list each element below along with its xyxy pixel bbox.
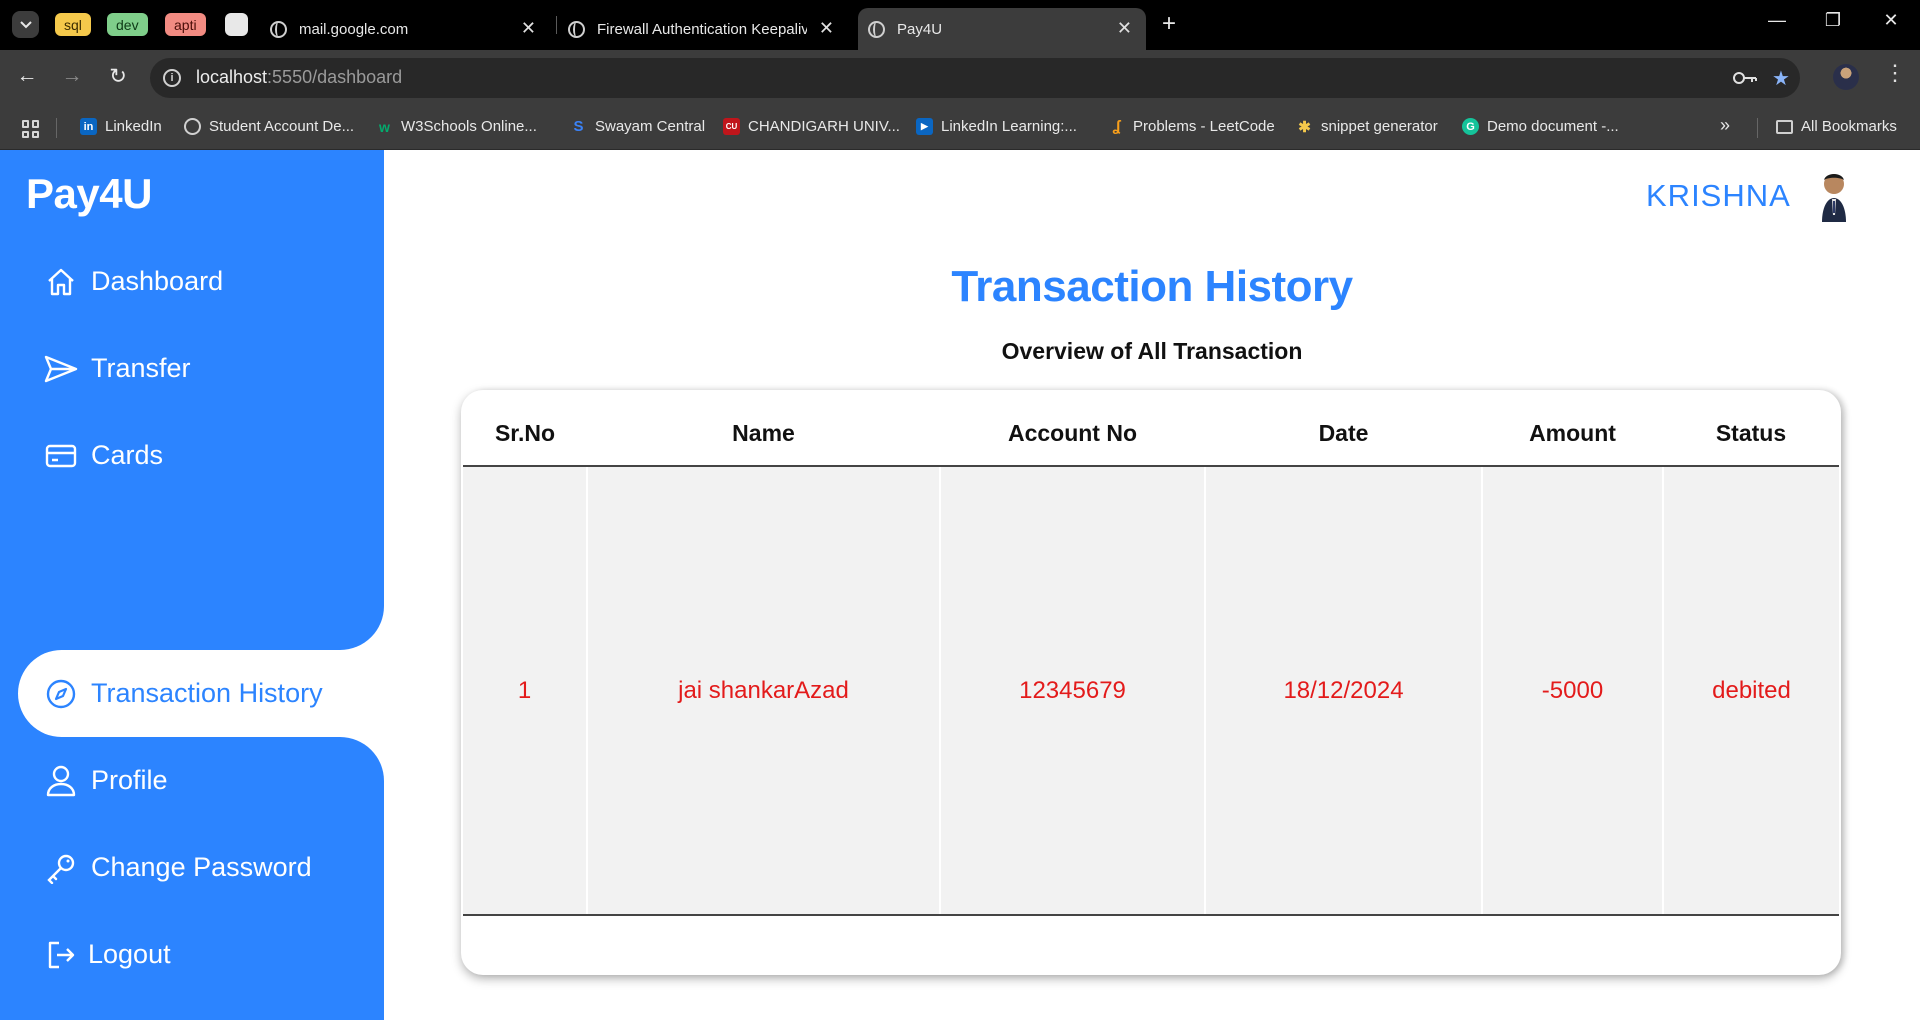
password-key-icon[interactable] [1732, 70, 1758, 86]
tab-title: Pay4U [897, 20, 943, 38]
column-header-date: Date [1205, 390, 1482, 467]
transaction-table-card: Sr.No Name Account No Date Amount Status… [461, 390, 1841, 975]
chevron-down-icon [19, 20, 32, 28]
bookmark-w3schools[interactable]: w W3Schools Online... [376, 118, 537, 135]
tab-title: Firewall Authentication Keepaliv [597, 20, 807, 38]
sidebar-item-transaction-history[interactable]: Transaction History [18, 650, 384, 737]
divider [56, 118, 57, 138]
tab-firewall[interactable]: Firewall Authentication Keepaliv ✕ [568, 8, 848, 50]
forward-button[interactable]: → [57, 64, 87, 88]
home-icon [44, 265, 78, 299]
bookmarks-bar: in LinkedIn Student Account De... w W3Scho… [0, 106, 1920, 150]
cell-date: 18/12/2024 [1205, 466, 1483, 916]
page-title: Transaction History [951, 262, 1353, 311]
column-header-status: Status [1663, 390, 1839, 467]
bookmark-leetcode[interactable]: ʆ Problems - LeetCode [1108, 118, 1274, 135]
swayam-icon: S [573, 118, 584, 135]
close-window-button[interactable]: ✕ [1876, 10, 1906, 31]
cell-sr-no: 1 [463, 466, 588, 916]
column-header-name: Name [587, 390, 940, 467]
tab-search-button[interactable] [12, 11, 39, 38]
brand-logo: Pay4U [26, 170, 152, 217]
globe-icon [270, 20, 287, 38]
sidebar-item-transfer[interactable]: Transfer [0, 325, 384, 412]
close-icon[interactable]: ✕ [1117, 18, 1132, 39]
close-icon[interactable]: ✕ [521, 18, 536, 39]
w3schools-icon: w [379, 118, 390, 135]
page-subtitle: Overview of All Transaction [1001, 338, 1303, 364]
folder-icon [1776, 119, 1793, 134]
tab-group-apti[interactable]: apti [165, 13, 206, 36]
cell-amount: -5000 [1482, 466, 1664, 916]
more-bookmarks-chevron-icon[interactable]: » [1720, 115, 1730, 136]
bookmark-linkedin[interactable]: in LinkedIn [80, 118, 162, 135]
tab-gmail[interactable]: mail.google.com ✕ [270, 8, 550, 50]
table-header-row: Sr.No Name Account No Date Amount Status [463, 390, 1839, 467]
sidebar-item-cards[interactable]: Cards [0, 412, 384, 499]
bookmark-chandigarh[interactable]: CU CHANDIGARH UNIV... [723, 118, 900, 135]
restore-button[interactable]: ❐ [1818, 10, 1848, 31]
column-header-sr-no: Sr.No [463, 390, 587, 467]
sidebar-item-logout[interactable]: Logout [0, 911, 384, 998]
sidebar-item-profile[interactable]: Profile [0, 737, 384, 824]
key-icon [44, 851, 78, 885]
bookmark-demo-document[interactable]: G Demo document -... [1462, 118, 1619, 135]
column-header-amount: Amount [1482, 390, 1663, 467]
star-icon[interactable]: ★ [1772, 66, 1790, 91]
transaction-table: Sr.No Name Account No Date Amount Status… [463, 390, 1839, 916]
bookmark-swayam[interactable]: S Swayam Central [570, 118, 705, 135]
sidebar-item-dashboard[interactable]: Dashboard [0, 238, 384, 325]
more-menu-icon[interactable]: ⋮ [1884, 60, 1906, 86]
globe-icon [568, 20, 585, 38]
tab-group-sql[interactable]: sql [55, 13, 91, 36]
linkedin-icon: in [80, 118, 97, 135]
address-bar[interactable]: i localhost:5550/dashboard ★ [150, 58, 1800, 98]
minimize-button[interactable]: — [1762, 10, 1792, 31]
compass-icon [44, 677, 78, 711]
app-page: Pay4U Dashboard Transfer Cards Transacti… [0, 150, 1920, 1020]
user-name[interactable]: KRISHNA [1646, 178, 1791, 214]
tab-title: mail.google.com [299, 20, 409, 38]
cu-icon: CU [723, 118, 740, 135]
globe-icon [184, 118, 201, 135]
cell-account-no: 12345679 [940, 466, 1206, 916]
leetcode-icon: ʆ [1112, 118, 1121, 135]
bookmark-student-account[interactable]: Student Account De... [184, 118, 354, 135]
globe-icon [868, 20, 885, 38]
reload-button[interactable]: ↻ [103, 64, 133, 89]
sidebar-item-change-password[interactable]: Change Password [0, 824, 384, 911]
snippet-icon: ✱ [1298, 118, 1311, 136]
close-icon[interactable]: ✕ [819, 18, 834, 39]
profile-avatar-icon[interactable] [1833, 64, 1859, 90]
user-icon [44, 764, 78, 798]
logout-icon [44, 938, 78, 972]
tab-divider [556, 16, 557, 34]
bookmark-snippet-generator[interactable]: ✱ snippet generator [1296, 118, 1438, 136]
info-icon[interactable]: i [163, 69, 181, 87]
tab-group-dev[interactable]: dev [107, 13, 148, 36]
back-button[interactable]: ← [12, 64, 42, 88]
cell-status: debited [1663, 466, 1839, 916]
divider [1757, 118, 1758, 138]
url-text[interactable]: localhost:5550/dashboard [196, 67, 402, 88]
table-row: 1 jai shankarAzad 12345679 18/12/2024 -5… [463, 466, 1839, 916]
apps-grid-icon[interactable] [22, 120, 40, 138]
all-bookmarks[interactable]: All Bookmarks [1776, 118, 1897, 135]
new-tab-button[interactable]: + [1162, 10, 1176, 38]
sidebar: Pay4U Dashboard Transfer Cards Transacti… [0, 150, 384, 1020]
grammarly-icon: G [1462, 118, 1479, 135]
send-icon [44, 352, 78, 386]
column-header-account-no: Account No [940, 390, 1205, 467]
avatar[interactable] [1806, 168, 1862, 224]
bookmark-linkedin-learning[interactable]: ▶ LinkedIn Learning:... [916, 118, 1077, 135]
nav-curve-decoration [300, 562, 384, 650]
tab-group-blank[interactable] [225, 13, 248, 36]
cell-name: jai shankarAzad [587, 466, 941, 916]
tab-pay4u[interactable]: Pay4U ✕ [858, 8, 1146, 50]
card-icon [44, 439, 78, 473]
linkedin-learning-icon: ▶ [916, 118, 933, 135]
browser-toolbar: ← → ↻ i localhost:5550/dashboard ★ ⋮ [0, 50, 1920, 106]
browser-tab-bar: sql dev apti mail.google.com ✕ Firewall … [0, 0, 1920, 50]
